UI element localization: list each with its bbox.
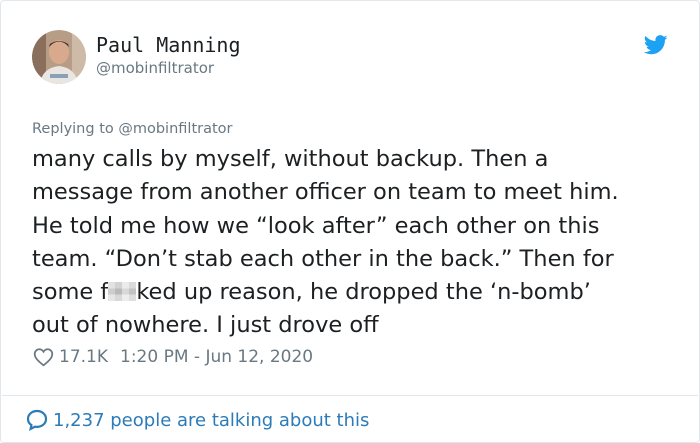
reply-mention-link[interactable]: @mobinfiltrator xyxy=(118,121,232,137)
tweet-text: many calls by myself, without backup. Th… xyxy=(32,143,682,343)
speech-bubble-icon xyxy=(26,409,48,432)
tweet-card: Paul Manning @mobinfiltrator Replying to… xyxy=(0,0,700,443)
tweet-meta: 17.1K 1:20 PM - Jun 12, 2020 xyxy=(33,345,313,369)
conversation-link[interactable]: 1,237 people are talking about this xyxy=(25,407,369,433)
conversation-label[interactable]: 1,237 people are talking about this xyxy=(53,410,369,431)
heart-icon[interactable] xyxy=(33,347,54,367)
like-count[interactable]: 17.1K xyxy=(59,347,108,367)
tweet-line: many calls by myself, without backup. Th… xyxy=(32,146,549,172)
avatar[interactable] xyxy=(32,30,86,84)
twitter-bird-icon[interactable] xyxy=(644,35,668,55)
author-display-name[interactable]: Paul Manning xyxy=(96,32,241,58)
tweet-line: message from another officer on team to … xyxy=(32,179,619,206)
censored-word-end: ked up reason, he dropped the ‘n-bomb’ xyxy=(136,279,591,306)
tweet-line: out of nowhere. I just drove off xyxy=(32,312,379,339)
author-handle[interactable]: @mobinfiltrator xyxy=(96,58,214,78)
avatar-photo-icon xyxy=(32,30,86,84)
tweet-line-censored: some f ked up reason, he dropped the ‘n-b… xyxy=(32,276,682,309)
tweet-timestamp[interactable]: 1:20 PM - Jun 12, 2020 xyxy=(120,347,313,367)
replying-to-line: Replying to @mobinfiltrator xyxy=(32,120,233,138)
replying-prefix: Replying to xyxy=(32,121,119,137)
tweet-line: He told me how we “look after” each othe… xyxy=(32,212,600,239)
divider xyxy=(2,395,698,396)
censored-word-start: some f xyxy=(32,279,109,306)
tweet-line: team. “Don’t stab each other in the back… xyxy=(32,245,614,272)
censor-pixelation xyxy=(108,282,137,302)
